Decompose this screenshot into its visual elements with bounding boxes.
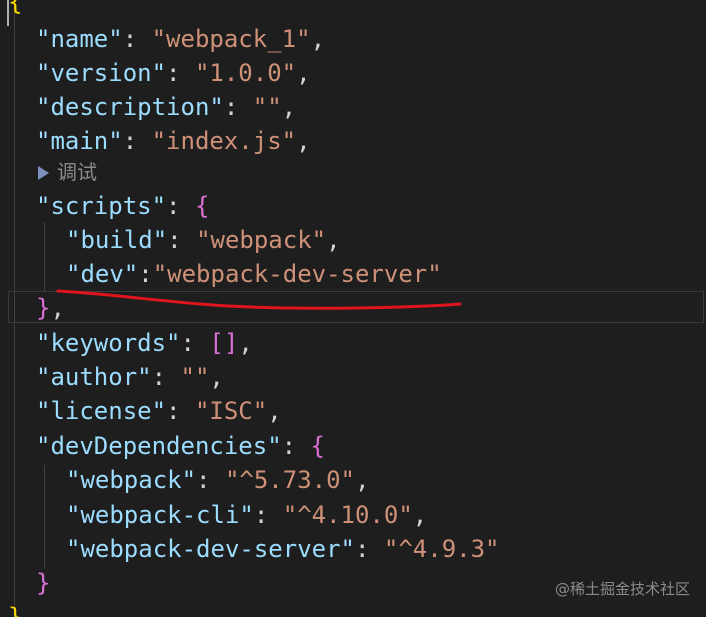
colon: : (354, 535, 370, 563)
colon: : (138, 260, 153, 288)
comma: , (50, 294, 65, 322)
json-key: "name" (36, 25, 123, 53)
json-value: "webpack_1" (151, 25, 311, 53)
code-line[interactable]: "scripts": { (0, 189, 209, 223)
json-key: "license" (36, 397, 167, 425)
json-key: "webpack-dev-server" (66, 535, 355, 563)
comma: , (296, 59, 311, 87)
close-brace: } (36, 294, 51, 322)
debug-codelens-label: 调试 (57, 160, 97, 184)
json-key: "dev" (66, 260, 139, 288)
code-line[interactable]: "description": "", (0, 90, 296, 124)
json-value: "1.0.0" (194, 59, 297, 87)
colon: : (151, 363, 167, 391)
colon: : (196, 466, 211, 494)
comma: , (281, 93, 297, 121)
code-line[interactable]: }, (0, 291, 65, 325)
comma: , (326, 226, 341, 254)
json-value: "" (180, 363, 210, 391)
json-value: "^4.10.0" (282, 501, 413, 529)
comma: , (412, 501, 428, 529)
json-value: "webpack-dev-server" (152, 260, 442, 288)
json-value: "^4.9.3" (383, 535, 500, 563)
comma: , (209, 363, 224, 391)
code-line[interactable]: "webpack": "^5.73.0", (0, 463, 369, 497)
code-line[interactable]: "webpack-cli": "^4.10.0", (0, 498, 427, 532)
close-brace: } (8, 603, 23, 617)
colon: : (180, 329, 195, 357)
colon: : (167, 226, 182, 254)
debug-codelens[interactable]: 调试 (38, 157, 97, 187)
comma: , (310, 25, 326, 53)
code-line[interactable]: "name": "webpack_1", (0, 22, 325, 56)
code-line[interactable]: } (0, 600, 22, 617)
play-icon (38, 166, 49, 180)
close-brace: } (36, 569, 51, 597)
code-line[interactable]: "dev":"webpack-dev-server" (0, 257, 442, 291)
colon: : (122, 25, 138, 53)
json-key: "keywords" (36, 329, 181, 357)
watermark: @稀土掘金技术社区 (554, 580, 690, 598)
comma: , (238, 329, 253, 357)
colon: : (122, 127, 138, 155)
colon: : (166, 192, 181, 220)
code-line[interactable]: } (0, 566, 50, 600)
code-line[interactable]: "webpack-dev-server": "^4.9.3" (0, 532, 499, 566)
open-brace: { (194, 192, 210, 220)
json-value: "" (252, 93, 282, 121)
code-line[interactable]: "license": "ISC", (0, 394, 282, 428)
json-key: "author" (36, 363, 152, 391)
json-key: "devDependencies" (36, 432, 282, 460)
comma: , (296, 127, 311, 155)
colon: : (253, 501, 269, 529)
json-key: "version" (36, 59, 167, 87)
colon: : (166, 59, 181, 87)
json-key: "description" (36, 93, 224, 121)
json-value: "^5.73.0" (224, 466, 355, 494)
code-line[interactable]: "author": "", (0, 360, 224, 394)
open-brace: { (8, 0, 23, 16)
colon: : (281, 432, 297, 460)
code-line[interactable]: "main": "index.js", (0, 124, 311, 158)
comma: , (355, 466, 370, 494)
json-key: "webpack" (66, 466, 197, 494)
code-editor[interactable]: { "name": "webpack_1", "version": "1.0.0… (0, 0, 706, 617)
colon: : (166, 397, 181, 425)
json-value: "webpack" (196, 226, 327, 254)
colon: : (223, 93, 239, 121)
json-key: "scripts" (36, 192, 167, 220)
json-key: "main" (36, 127, 123, 155)
code-line[interactable]: "build": "webpack", (0, 223, 341, 257)
code-line[interactable]: { (0, 0, 22, 19)
current-line-highlight (8, 291, 704, 323)
json-value: [] (209, 329, 239, 357)
code-line[interactable]: "version": "1.0.0", (0, 56, 311, 90)
json-key: "webpack-cli" (66, 501, 254, 529)
json-value: "ISC" (194, 397, 268, 425)
comma: , (267, 397, 282, 425)
json-value: "index.js" (151, 127, 297, 155)
open-brace: { (310, 432, 325, 460)
code-line[interactable]: "keywords": [], (0, 326, 253, 360)
code-line[interactable]: "devDependencies": { (0, 429, 325, 463)
json-key: "build" (66, 226, 168, 254)
